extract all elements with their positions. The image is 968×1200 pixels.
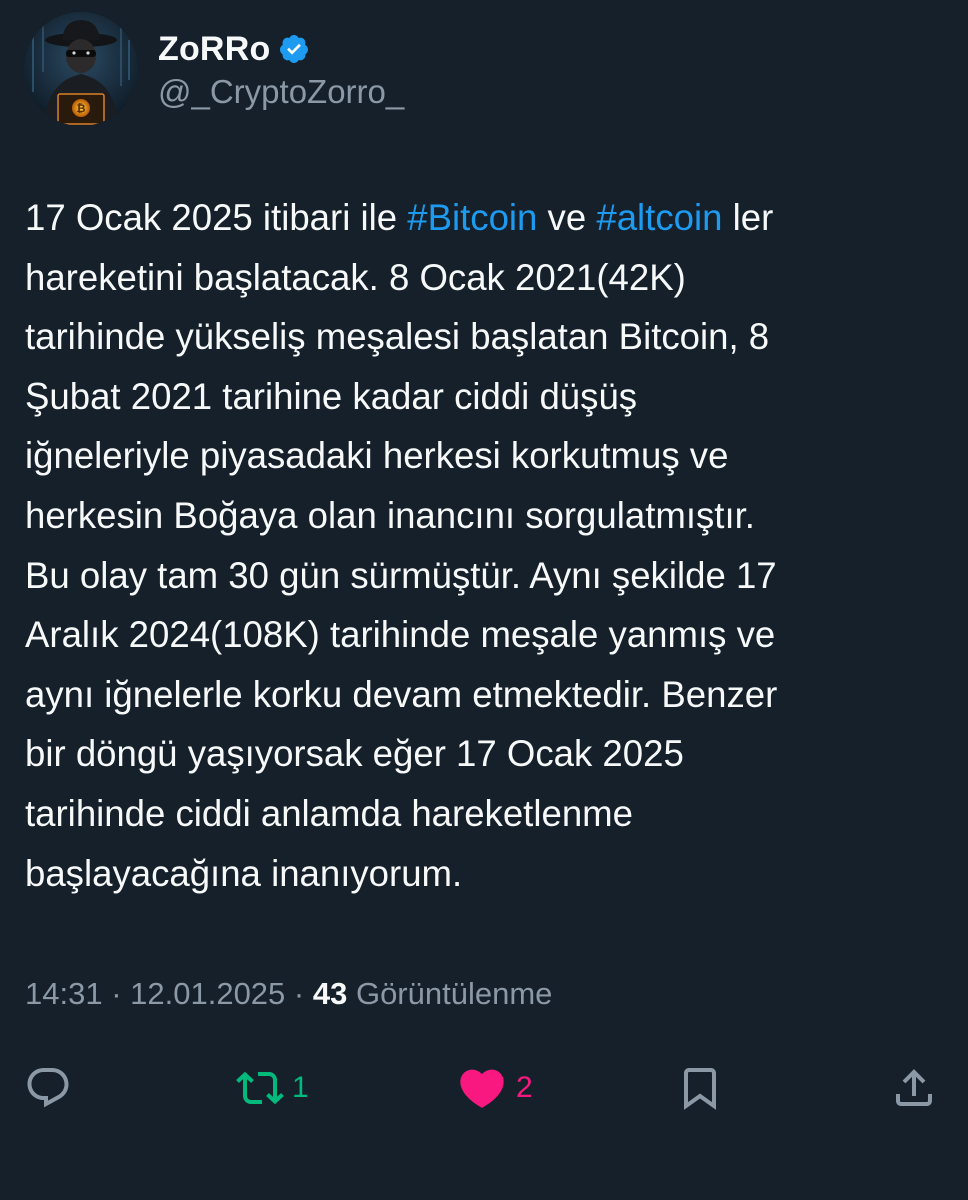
action-bar: 1 2 xyxy=(0,1056,968,1120)
hashtag-bitcoin-link[interactable]: #Bitcoin xyxy=(407,197,537,238)
reply-icon xyxy=(27,1068,69,1108)
heart-icon xyxy=(460,1069,504,1108)
tweet-line: Bu olay tam 30 gün sürmüştür. Aynı şekil… xyxy=(25,554,777,596)
tweet-time[interactable]: 14:31 xyxy=(25,976,103,1011)
tweet-line: hareketini başlatacak. 8 Ocak 2021(42K) xyxy=(25,256,686,298)
tweet-line: tarihinde yükseliş meşalesi başlatan Bit… xyxy=(25,316,770,358)
tweet-date[interactable]: 12.01.2025 xyxy=(130,976,285,1011)
bookmark-button[interactable] xyxy=(676,1056,724,1120)
verified-badge-icon xyxy=(278,33,310,65)
like-button[interactable]: 2 xyxy=(456,1056,533,1120)
hashtag-altcoin-link[interactable]: #altcoin xyxy=(596,197,722,238)
tweet-line: bir döngü yaşıyorsak eğer 17 Ocak 2025 xyxy=(25,733,684,775)
tweet-line: Aralık 2024(108K) tarihinde meşale yanmı… xyxy=(25,614,776,656)
bookmark-icon xyxy=(684,1068,716,1110)
tweet-line: 17 Ocak 2025 itibari ile #Bitcoin ve #al… xyxy=(25,188,955,248)
avatar[interactable]: ₿ xyxy=(24,12,138,126)
author-handle[interactable]: @_CryptoZorro_ xyxy=(158,73,404,111)
share-button[interactable] xyxy=(890,1056,938,1120)
meta-separator: · xyxy=(102,976,131,1011)
svg-text:₿: ₿ xyxy=(77,102,86,115)
retweet-count: 1 xyxy=(292,1071,309,1104)
meta-separator: · xyxy=(285,976,313,1011)
tweet-text-segment: 17 Ocak 2025 itibari ile xyxy=(25,197,408,238)
tweet-text-segment: ve xyxy=(537,197,597,238)
retweet-icon xyxy=(236,1071,284,1105)
like-count: 2 xyxy=(516,1071,533,1104)
zorro-avatar-icon: ₿ xyxy=(24,12,138,126)
tweet-line: iğneleriyle piyasadaki herkesi korkutmuş… xyxy=(25,435,729,477)
tweet-line: Şubat 2021 tarihine kadar ciddi düşüş xyxy=(25,375,638,417)
tweet-header: ₿ ZoRRo @_CryptoZorro_ xyxy=(24,12,404,126)
tweet-line: tarihinde ciddi anlamda hareketlenme xyxy=(25,792,633,834)
display-name-row: ZoRRo xyxy=(158,27,404,71)
tweet-line: başlayacağına inanıyorum. xyxy=(25,852,463,894)
tweet-line: aynı iğnelerle korku devam etmektedir. B… xyxy=(25,673,778,715)
display-name[interactable]: ZoRRo xyxy=(158,30,270,69)
tweet-line: herkesin Boğaya olan inancını sorgulatmı… xyxy=(25,494,755,536)
reply-button[interactable] xyxy=(24,1056,72,1120)
tweet-body: 17 Ocak 2025 itibari ile #Bitcoin ve #al… xyxy=(25,188,955,903)
tweet-text-segment: ler xyxy=(722,197,774,238)
retweet-button[interactable]: 1 xyxy=(236,1056,309,1120)
views-count: 43 xyxy=(312,976,348,1011)
author-names: ZoRRo @_CryptoZorro_ xyxy=(158,27,404,111)
tweet-meta: 14:31 · 12.01.2025 · 43 Görüntülenme xyxy=(25,976,552,1012)
share-icon xyxy=(896,1069,932,1106)
views-label: Görüntülenme xyxy=(347,976,553,1011)
